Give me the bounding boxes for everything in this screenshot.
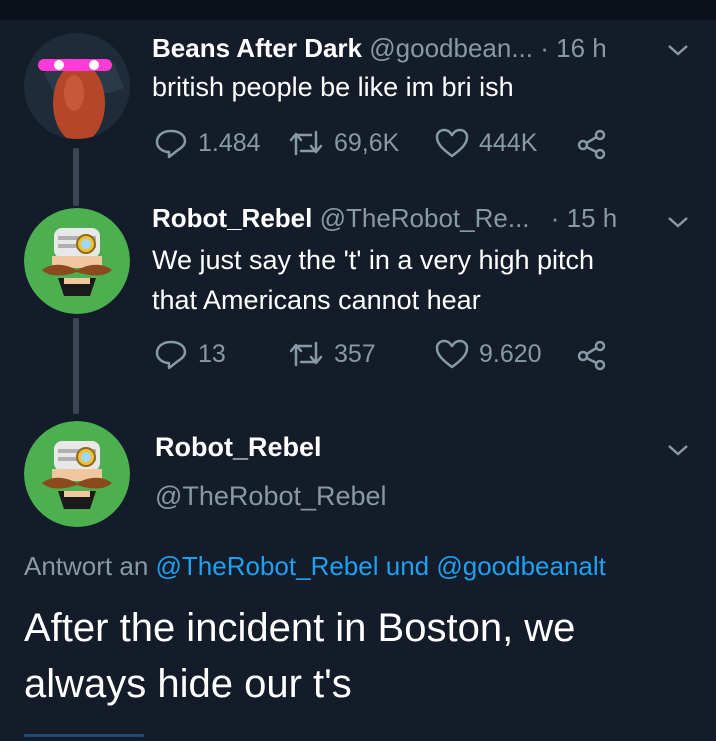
robot-avatar-image	[24, 421, 130, 527]
avatar-robot-rebel[interactable]	[24, 421, 130, 527]
author-handle[interactable]: @TheRobot_Rebel	[155, 481, 387, 512]
share-icon	[577, 129, 606, 160]
avatar-beans-after-dark[interactable]	[24, 33, 130, 139]
thread-line	[73, 318, 79, 414]
tweet-time[interactable]: · 16 h	[540, 33, 607, 63]
tweet-text-line: always hide our t's	[24, 662, 352, 706]
author-handle[interactable]: @goodbean...	[369, 33, 533, 63]
focused-tweet-text: After the incident in Boston, we always …	[24, 600, 694, 712]
tweet-text: british people be like im bri ish	[152, 72, 514, 102]
tweet-header: Robot_Rebel @TheRobot_Re... · 15 h	[152, 203, 617, 234]
retweet-button[interactable]: 357	[288, 339, 376, 369]
like-icon	[435, 339, 469, 369]
replying-conjunction: und	[385, 551, 430, 581]
chevron-down-icon[interactable]	[666, 42, 690, 58]
share-button[interactable]	[576, 339, 618, 371]
tweet-time[interactable]: · 15 h	[551, 203, 618, 233]
tweet-text-line: that Americans cannot hear	[152, 285, 481, 315]
top-status-bar	[0, 0, 716, 20]
author-name[interactable]: Beans After Dark	[152, 33, 362, 63]
tweet-header: Beans After Dark @goodbean... · 16 h	[152, 33, 607, 64]
chevron-down-icon[interactable]	[666, 442, 690, 458]
like-button[interactable]: 9.620	[435, 339, 542, 369]
robot-avatar-image	[24, 208, 130, 314]
reply-count: 1.484	[198, 128, 261, 157]
author-handle[interactable]: @TheRobot_Re...	[320, 203, 530, 233]
reply-button[interactable]: 1.484	[154, 128, 261, 158]
retweet-icon	[289, 341, 323, 367]
tweet-actions: 1.484 69,6K 444K	[152, 128, 622, 162]
mention-link[interactable]: @goodbeanalt	[436, 551, 606, 581]
tweet-actions: 13 357 9.620	[152, 339, 622, 373]
like-icon	[435, 128, 469, 158]
replying-to: Antwort an @TheRobot_Rebel und @goodbean…	[24, 551, 606, 582]
bean-avatar-image	[24, 33, 130, 139]
retweet-icon	[289, 130, 323, 156]
like-count: 444K	[479, 128, 538, 157]
cut-off-link-hint	[24, 734, 144, 737]
author-name[interactable]: Robot_Rebel	[155, 432, 322, 463]
tweet-text-line: After the incident in Boston, we	[24, 606, 576, 650]
avatar-robot-rebel[interactable]	[24, 208, 130, 314]
chevron-down-icon[interactable]	[666, 214, 690, 230]
like-count: 9.620	[479, 339, 542, 368]
like-button[interactable]: 444K	[435, 128, 537, 158]
share-button[interactable]	[576, 128, 618, 160]
retweet-button[interactable]: 69,6K	[288, 128, 399, 158]
tweet-text: We just say the 't' in a very high pitch…	[152, 240, 594, 320]
retweet-count: 357	[334, 339, 376, 368]
mention-link[interactable]: @TheRobot_Rebel	[156, 551, 379, 581]
reply-icon	[155, 340, 187, 369]
author-name[interactable]: Robot_Rebel	[152, 203, 312, 233]
reply-button[interactable]: 13	[154, 339, 226, 369]
reply-count: 13	[198, 339, 226, 368]
reply-icon	[155, 129, 187, 158]
retweet-count: 69,6K	[334, 128, 400, 157]
tweet-text-line: We just say the 't' in a very high pitch	[152, 245, 595, 275]
share-icon	[577, 340, 606, 371]
thread-line	[73, 148, 79, 206]
replying-prefix: Antwort an	[24, 551, 149, 581]
